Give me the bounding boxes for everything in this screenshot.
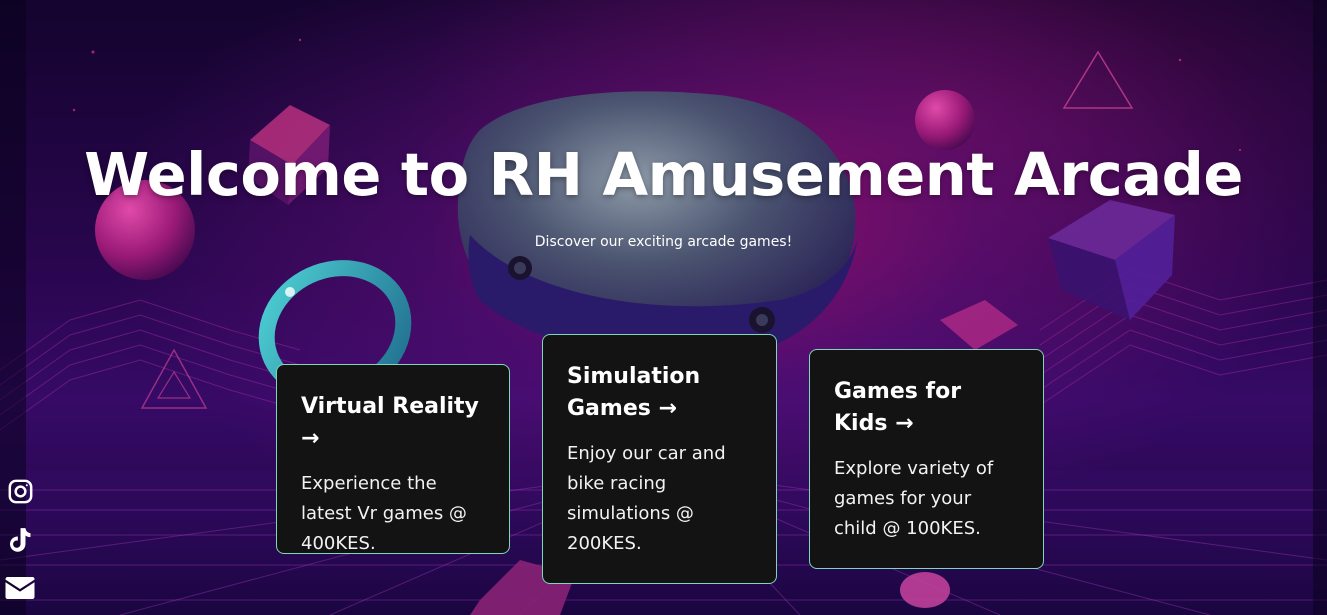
tiktok-icon <box>9 528 31 552</box>
right-edge-shade <box>1313 0 1327 615</box>
hero-title: Welcome to RH Amusement Arcade <box>84 140 1243 209</box>
instagram-link[interactable] <box>5 476 35 506</box>
game-card-games-for-kids[interactable]: Games for Kids → Explore variety of game… <box>809 349 1044 569</box>
email-icon <box>5 577 35 599</box>
game-card-simulation-games[interactable]: Simulation Games → Enjoy our car and bik… <box>542 334 777 584</box>
arcade-landing-page: Welcome to RH Amusement Arcade Discover … <box>0 0 1327 615</box>
card-title[interactable]: Games for Kids → <box>834 376 1019 440</box>
card-description: Explore variety of games for your child … <box>834 458 994 539</box>
email-link[interactable] <box>5 573 35 603</box>
card-title[interactable]: Simulation Games → <box>567 361 752 425</box>
card-description: Experience the latest Vr games @ 400KES. <box>301 473 467 554</box>
card-title[interactable]: Virtual Reality → <box>301 391 485 455</box>
instagram-icon <box>8 479 32 503</box>
tiktok-link[interactable] <box>5 526 35 556</box>
game-card-virtual-reality[interactable]: Virtual Reality → Experience the latest … <box>276 364 510 554</box>
left-edge-shade <box>0 0 26 615</box>
card-description: Enjoy our car and bike racing simulation… <box>567 443 726 554</box>
hero-subtitle: Discover our exciting arcade games! <box>534 234 793 250</box>
